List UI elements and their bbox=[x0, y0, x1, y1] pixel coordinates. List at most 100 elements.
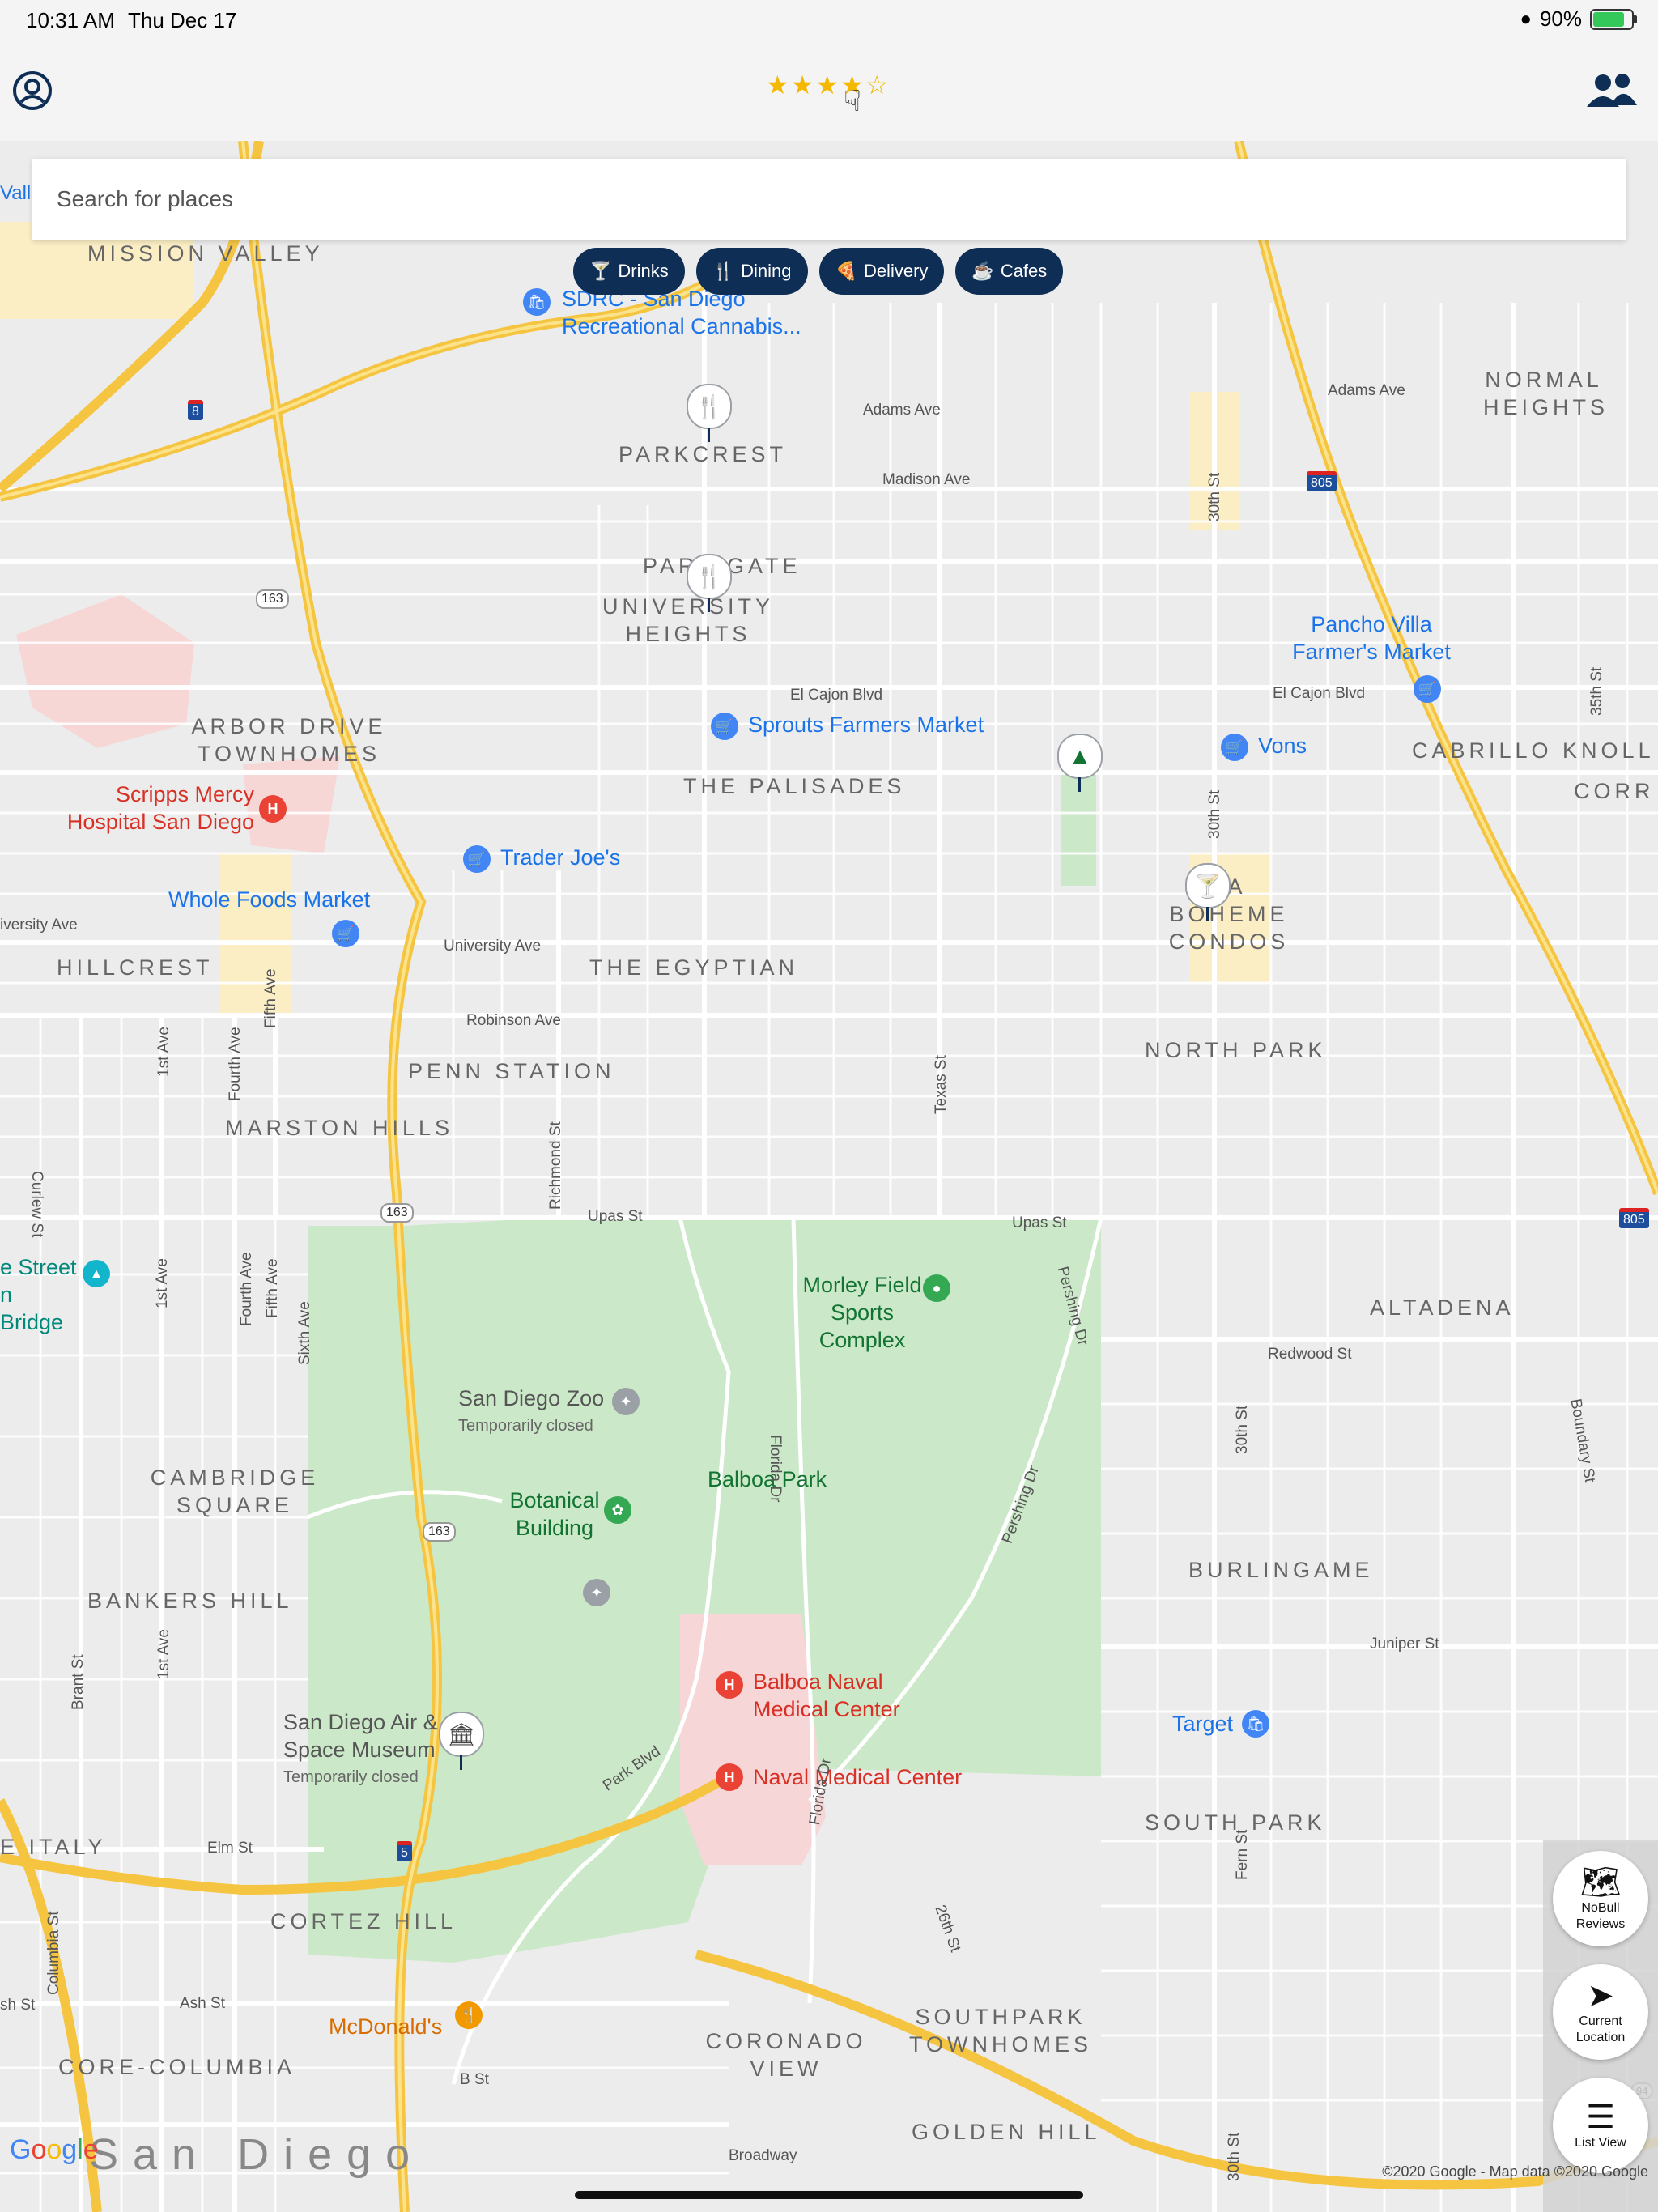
street-30th-c: 30th St bbox=[1234, 1405, 1251, 1454]
poi-balboa-naval[interactable]: Balboa Naval Medical Center bbox=[753, 1668, 915, 1723]
poi-trader-joes[interactable]: Trader Joe's bbox=[500, 844, 620, 871]
street-el-cajon-east: El Cajon Blvd bbox=[1273, 685, 1366, 702]
profile-icon bbox=[13, 71, 52, 110]
shopping-pin-icon[interactable]: 🛒 bbox=[1414, 675, 1441, 703]
chip-drinks-label: Drinks bbox=[618, 261, 669, 281]
garden-pin-icon[interactable]: ✿ bbox=[604, 1496, 631, 1524]
street-30th-d: 30th St bbox=[1226, 2132, 1243, 2181]
street-university-ave: University Ave bbox=[444, 938, 542, 955]
street-ash-st: Ash St bbox=[180, 1995, 225, 2012]
poi-zoo[interactable]: San Diego Zoo Temporarily closed bbox=[458, 1385, 604, 1440]
status-bar: 10:31 AM Thu Dec 17 ● 90% bbox=[0, 0, 1658, 39]
hospital-pin-icon[interactable]: H bbox=[716, 1763, 743, 1791]
shopping-pin-icon[interactable]: 🛒 bbox=[711, 713, 738, 740]
nobull-reviews-button[interactable]: 🗺 NoBull Reviews bbox=[1553, 1851, 1648, 1946]
street-adams-ave: Adams Ave bbox=[863, 402, 941, 419]
home-indicator[interactable] bbox=[575, 2191, 1083, 2199]
poi-pancho-villa[interactable]: Pancho Villa Farmer's Market bbox=[1290, 610, 1452, 666]
city-label: San Diego bbox=[89, 2130, 425, 2179]
map-copyright[interactable]: ©2020 Google - Map data ©2020 Google bbox=[1382, 2163, 1648, 2180]
app-header: ★★★★☆ ☟ bbox=[0, 39, 1658, 142]
street-upas-st: Upas St bbox=[588, 1208, 643, 1225]
hospital-pin-icon[interactable]: H bbox=[716, 1671, 743, 1699]
poi-whole-foods[interactable]: Whole Foods Market bbox=[168, 886, 370, 913]
street-florida-dr: Florida Dr bbox=[767, 1435, 784, 1503]
poi-air-space-label: San Diego Air & Space Museum bbox=[283, 1710, 438, 1762]
area-cabrillo: CABRILLO KNOLL bbox=[1412, 738, 1655, 763]
street-fifth-ave: Fifth Ave bbox=[262, 968, 279, 1028]
poi-morley-field[interactable]: Morley Field Sports Complex bbox=[793, 1271, 931, 1354]
poi-vons[interactable]: Vons bbox=[1258, 732, 1307, 759]
shopping-pin-icon[interactable]: 🛍 bbox=[1242, 1710, 1269, 1738]
food-pin-icon[interactable]: 🍴 bbox=[455, 2001, 483, 2029]
cocktail-icon: 🍸 bbox=[589, 261, 612, 281]
area-the-egyptian: THE EGYPTIAN bbox=[589, 955, 799, 980]
street-juniper-st: Juniper St bbox=[1370, 1636, 1439, 1653]
street-adams-ave-east: Adams Ave bbox=[1328, 382, 1405, 399]
street-madison-ave: Madison Ave bbox=[882, 471, 971, 488]
state-route-shield: 163 bbox=[423, 1522, 456, 1542]
shopping-pin-icon[interactable]: 🛒 bbox=[1221, 734, 1248, 761]
poi-botanical[interactable]: Botanical Building bbox=[502, 1487, 607, 1542]
area-parkcrest: PARKCREST bbox=[619, 442, 788, 466]
area-bankers-hill: BANKERS HILL bbox=[87, 1589, 293, 1613]
park-pin-icon[interactable]: ● bbox=[923, 1274, 950, 1302]
category-chips: 🍸 Drinks 🍴 Dining 🍕 Delivery ☕ Cafes bbox=[573, 248, 1064, 295]
dining-pin-icon[interactable]: 🍴 bbox=[687, 554, 732, 612]
park-tree-pin-icon[interactable]: ▲ bbox=[1057, 734, 1103, 792]
street-richmond: Richmond St bbox=[547, 1121, 564, 1210]
street-university-ave-west: iversity Ave bbox=[0, 917, 78, 934]
drinks-pin-icon[interactable]: 🍸 bbox=[1185, 863, 1231, 921]
shopping-pin-icon[interactable]: 🛍 bbox=[523, 288, 551, 316]
chip-delivery[interactable]: 🍕 Delivery bbox=[818, 248, 945, 295]
friends-button[interactable] bbox=[1584, 70, 1640, 112]
coffee-icon: ☕ bbox=[971, 261, 994, 281]
street-brant: Brant St bbox=[70, 1654, 87, 1710]
street-robinson-ave: Robinson Ave bbox=[466, 1012, 561, 1029]
poi-sprouts[interactable]: Sprouts Farmers Market bbox=[748, 711, 984, 738]
status-time: 10:31 AM bbox=[26, 8, 115, 32]
state-route-shield: 163 bbox=[380, 1203, 414, 1223]
area-marston-hills: MARSTON HILLS bbox=[225, 1116, 454, 1140]
poi-air-space[interactable]: San Diego Air & Space Museum Temporarily… bbox=[283, 1708, 461, 1791]
chip-cafes[interactable]: ☕ Cafes bbox=[955, 248, 1064, 295]
pizza-icon: 🍕 bbox=[835, 261, 857, 281]
hand-cursor-icon: ☟ bbox=[844, 84, 861, 117]
search-input[interactable] bbox=[32, 159, 1626, 240]
street-fourth-ave: Fourth Ave bbox=[227, 1027, 244, 1101]
street-elm-st: Elm St bbox=[207, 1840, 253, 1857]
hospital-pin-icon[interactable]: H bbox=[259, 795, 287, 823]
chip-drinks[interactable]: 🍸 Drinks bbox=[573, 248, 685, 295]
street-first-ave: 1st Ave bbox=[155, 1027, 172, 1077]
shopping-pin-icon[interactable]: 🛒 bbox=[463, 845, 491, 873]
current-location-label: Current Location bbox=[1575, 2014, 1626, 2044]
bridge-pin-icon[interactable]: ▲ bbox=[83, 1260, 110, 1287]
street-35th: 35th St bbox=[1588, 666, 1605, 716]
profile-button[interactable] bbox=[11, 70, 53, 112]
list-view-button[interactable]: ☰ List View bbox=[1553, 2078, 1648, 2173]
area-coronado-view: CORONADO VIEW bbox=[705, 2029, 867, 2081]
poi-scripps[interactable]: Scripps Mercy Hospital San Diego bbox=[60, 781, 254, 836]
area-golden-hill: GOLDEN HILL bbox=[912, 2120, 1101, 2144]
current-location-button[interactable]: ➤ Current Location bbox=[1553, 1964, 1648, 2060]
poi-mcdonalds[interactable]: McDonald's bbox=[329, 2013, 442, 2040]
poi-target[interactable]: Target bbox=[1172, 1710, 1233, 1738]
poi-naval-medical[interactable]: Naval Medical Center bbox=[753, 1763, 962, 1791]
map-pin-icon: 🗺 bbox=[1579, 1865, 1622, 1900]
paw-pin-icon[interactable]: ✦ bbox=[612, 1388, 640, 1415]
dining-pin-icon[interactable]: 🍴 bbox=[687, 384, 732, 442]
shopping-pin-icon[interactable]: 🛒 bbox=[332, 920, 359, 947]
museum-pin-icon[interactable]: 🏛 bbox=[439, 1712, 484, 1770]
chip-dining[interactable]: 🍴 Dining bbox=[695, 248, 808, 295]
interstate-shield: 805 bbox=[1307, 471, 1337, 491]
rating-stars[interactable]: ★★★★☆ bbox=[766, 70, 890, 100]
map-view[interactable]: MISSION VALLEY NORMAL HEIGHTS PARKCREST … bbox=[0, 141, 1658, 2212]
search-bar[interactable] bbox=[32, 159, 1626, 240]
area-corr: CORR bbox=[1574, 779, 1655, 803]
location-arrow-icon: ➤ bbox=[1587, 1978, 1614, 2014]
street-30th-a: 30th St bbox=[1206, 472, 1223, 521]
paw-pin-icon[interactable]: ✦ bbox=[583, 1579, 610, 1606]
chip-delivery-label: Delivery bbox=[863, 261, 929, 281]
poi-street-bridge[interactable]: e Street n Bridge bbox=[0, 1253, 78, 1336]
chip-cafes-label: Cafes bbox=[1000, 261, 1048, 281]
